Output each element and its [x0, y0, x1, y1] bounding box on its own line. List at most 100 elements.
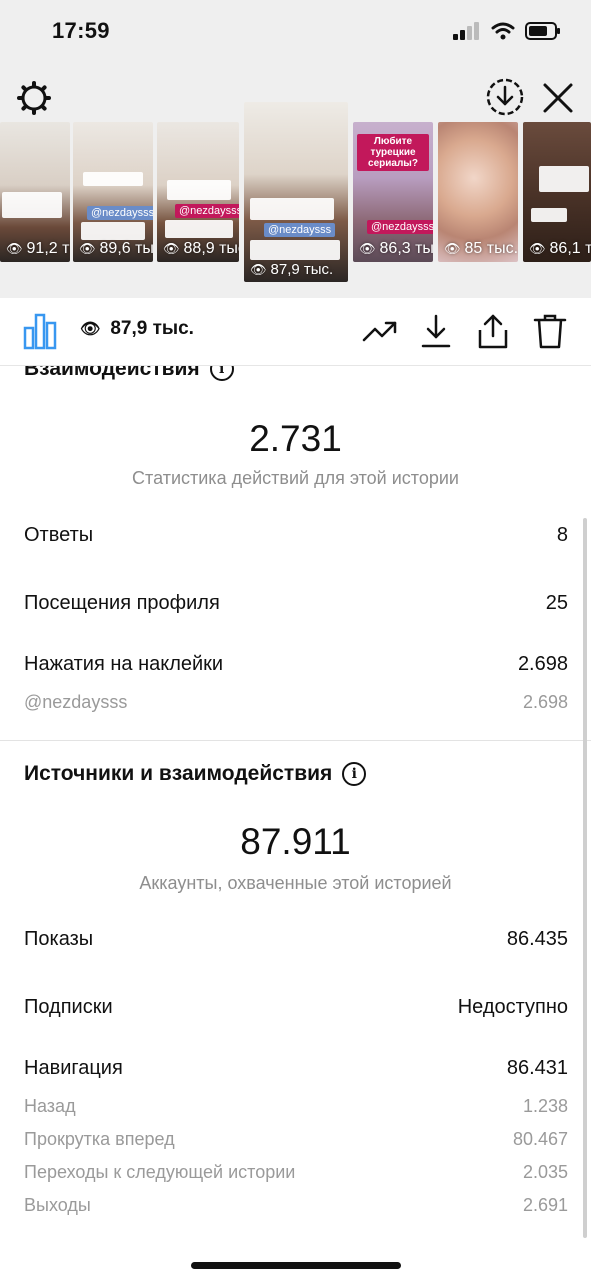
promote-button[interactable]: [361, 312, 399, 350]
story-thumbnail[interactable]: @nezdaysss 👁89,6 тыс.: [73, 122, 153, 262]
metric-value: 1.238: [522, 1096, 568, 1116]
view-count-value: 87,9 тыс.: [110, 318, 194, 339]
gear-icon: [17, 81, 51, 115]
sticker-mention: @nezdaysss: [175, 204, 239, 218]
metric-value: 86.431: [506, 1057, 568, 1079]
metric-label: Нажатия на наклейки: [24, 653, 224, 675]
sticker-mention: @nezdaysss: [367, 220, 433, 234]
scrollbar[interactable]: [583, 518, 587, 1238]
discovery-title: Источники и взаимодействия i: [24, 762, 367, 786]
metric-value: Недоступно: [457, 996, 568, 1018]
eye-icon: 👁: [79, 241, 96, 256]
battery-icon: [525, 22, 560, 40]
info-icon[interactable]: i: [342, 762, 367, 786]
metric-value: 25: [545, 592, 568, 614]
story-thumbnail[interactable]: @nezdaysss 👁88,9 тыс.: [157, 122, 239, 262]
metric-row: Показы 86.435: [24, 928, 568, 951]
metric-subrow: Выходы 2.691: [24, 1195, 568, 1216]
metric-label: Навигация: [24, 1057, 123, 1079]
home-indicator[interactable]: [191, 1262, 401, 1269]
metric-value: 2.698: [522, 692, 568, 712]
eye-icon: 👁: [6, 241, 23, 256]
eye-icon: 👁: [359, 241, 376, 256]
metric-subrow: @nezdaysss 2.698: [24, 692, 568, 713]
metric-label: Подписки: [24, 996, 113, 1018]
metric-value: 86.435: [506, 928, 568, 950]
sticker-mention: @nezdaysss: [264, 223, 336, 237]
metric-value: 2.691: [522, 1195, 568, 1215]
discovery-total: 87.911: [240, 821, 351, 862]
metric-subrow: Прокрутка вперед 80.467: [24, 1129, 568, 1150]
story-thumbnail[interactable]: 👁 85 тыс.: [438, 122, 518, 262]
story-views: 👁86,1 тыс.: [529, 240, 591, 257]
metric-label: Переходы к следующей истории: [24, 1162, 296, 1182]
status-bar: 17:59: [0, 0, 591, 64]
eye-icon: 👁: [163, 241, 180, 256]
close-button[interactable]: [538, 78, 578, 118]
save-story-button[interactable]: [484, 76, 526, 118]
action-bar: 👁 87,9 тыс.: [0, 298, 591, 366]
eye-icon: 👁: [444, 241, 461, 256]
metric-label: Ответы: [24, 524, 94, 546]
story-thumbnail[interactable]: Любите турецкие сериалы? @nezdaysss 👁 86,…: [353, 122, 433, 262]
close-icon: [543, 83, 573, 113]
discovery-title-text: Источники и взаимодействия: [24, 762, 333, 785]
story-views: 👁 87,9 тыс.: [250, 261, 334, 278]
section-divider: [0, 740, 591, 741]
trash-icon: [533, 314, 567, 349]
interactions-title-text: Взаимодействия: [24, 366, 200, 380]
interactions-subtitle: Статистика действий для этой истории: [132, 468, 459, 488]
story-thumbnail[interactable]: 👁91,2 тыс.: [0, 122, 70, 262]
metric-label: Прокрутка вперед: [24, 1129, 175, 1149]
story-views: 👁89,6 тыс.: [79, 240, 153, 257]
metric-label: Назад: [24, 1096, 76, 1116]
info-icon[interactable]: i: [209, 366, 234, 381]
metric-value: 2.035: [522, 1162, 568, 1182]
selected-story-pointer: [275, 282, 303, 296]
metric-row: Ответы 8: [24, 524, 568, 547]
status-icons: [453, 22, 561, 40]
insights-bars-icon: [23, 313, 57, 350]
status-time: 17:59: [52, 18, 110, 43]
metric-row: Посещения профиля 25: [24, 592, 568, 615]
wifi-icon: [491, 22, 515, 40]
metric-subrow: Переходы к следующей истории 2.035: [24, 1162, 568, 1183]
download-icon: [421, 314, 451, 348]
metric-value: 80.467: [512, 1129, 568, 1149]
metric-label: Выходы: [24, 1195, 91, 1215]
story-views: 👁86,3 тыс.: [359, 240, 433, 257]
story-carousel: 👁91,2 тыс. @nezdaysss 👁89,6 тыс. @nezday…: [0, 64, 591, 298]
eye-icon: 👁: [250, 261, 267, 277]
metric-value: 8: [556, 524, 568, 546]
insights-content[interactable]: Взаимодействия i 2.731 Статистика действ…: [0, 366, 591, 1280]
metric-row: Подписки Недоступно: [24, 996, 568, 1019]
discovery-subtitle: Аккаунты, охваченные этой историей: [139, 873, 452, 893]
metric-row: Навигация 86.431: [24, 1057, 568, 1080]
story-headline: Любите турецкие сериалы?: [357, 134, 429, 171]
signal-icon: [453, 22, 479, 40]
story-views: 👁88,9 тыс.: [163, 240, 239, 257]
metric-row: Нажатия на наклейки 2.698: [24, 653, 568, 676]
metric-label: Посещения профиля: [24, 592, 220, 614]
metric-value: 2.698: [517, 653, 568, 675]
insights-button[interactable]: [22, 312, 58, 350]
story-thumbnail[interactable]: 👁86,1 тыс.: [523, 122, 591, 262]
trending-icon: [362, 321, 397, 342]
eye-icon: 👁: [80, 321, 101, 338]
metric-subrow: Назад 1.238: [24, 1096, 568, 1117]
download-button[interactable]: [417, 312, 455, 350]
download-circle-icon: [486, 78, 524, 116]
share-button[interactable]: [474, 312, 512, 350]
view-count: 👁 87,9 тыс.: [80, 318, 194, 340]
delete-button[interactable]: [531, 312, 569, 350]
interactions-title: Взаимодействия i: [24, 366, 234, 381]
share-icon: [478, 314, 508, 349]
story-views: 👁 85 тыс.: [444, 240, 518, 257]
sticker-mention: @nezdaysss: [87, 206, 153, 220]
metric-label: Показы: [24, 928, 94, 950]
story-views: 👁91,2 тыс.: [6, 240, 70, 257]
eye-icon: 👁: [529, 241, 546, 256]
settings-button[interactable]: [14, 78, 54, 118]
interactions-total: 2.731: [249, 418, 342, 459]
story-thumbnail-selected[interactable]: @nezdaysss 👁 87,9 тыс.: [244, 102, 348, 282]
